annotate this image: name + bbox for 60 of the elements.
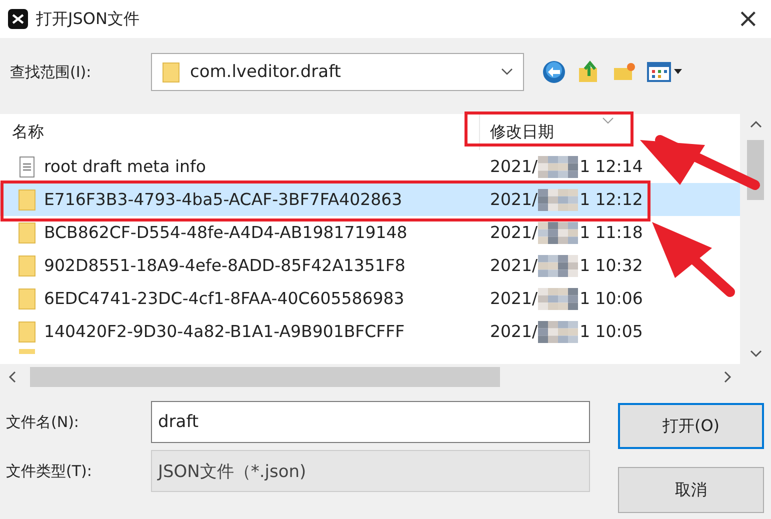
file-type-label: 文件类型(T): xyxy=(6,462,93,480)
date-text: 2021/ xyxy=(490,157,538,176)
pixelated-mosaic xyxy=(538,188,578,210)
window-title: 打开JSON文件 xyxy=(36,8,140,30)
date-text: 2021/ xyxy=(490,256,538,275)
date-text: 1 12:12 xyxy=(580,190,643,209)
date-text: 2021/ xyxy=(490,223,538,242)
app-logo-icon xyxy=(8,9,28,29)
close-button[interactable]: × xyxy=(731,6,765,32)
date-text: 2021/ xyxy=(490,190,538,209)
folder-icon xyxy=(18,348,36,354)
view-menu-icon[interactable] xyxy=(647,60,683,84)
date-text: 1 10:05 xyxy=(580,322,643,341)
file-name: 140420F2-9D30-4a82-B1A1-A9B901BFCFFF xyxy=(44,322,405,341)
file-row[interactable]: 6EDC4741-23DC-4cf1-8FAA-40C605586983 2021/ 1 10:06 xyxy=(0,282,740,315)
location-dropdown[interactable]: com.lveditor.draft xyxy=(151,53,524,91)
file-name: 6EDC4741-23DC-4cf1-8FAA-40C605586983 xyxy=(44,289,404,308)
scroll-left-icon[interactable] xyxy=(8,370,16,382)
folder-icon xyxy=(18,320,36,342)
folder-icon xyxy=(18,222,36,244)
scroll-thumb[interactable] xyxy=(30,366,500,386)
scroll-down-icon[interactable] xyxy=(750,350,762,358)
date-text: 1 10:32 xyxy=(580,256,643,275)
folder-icon xyxy=(18,188,36,210)
pixelated-mosaic xyxy=(538,320,578,342)
file-row[interactable]: BCB862CF-D554-48fe-A4D4-AB1981719148 2021/ 1 11:18 xyxy=(0,216,740,249)
file-name: 902D8551-18A9-4efe-8ADD-85F42A1351F8 xyxy=(44,256,406,275)
column-header[interactable]: 修改日期 xyxy=(480,114,740,150)
chevron-down-icon xyxy=(501,68,513,76)
folder-icon xyxy=(18,254,36,276)
file-row[interactable]: E716F3B3-4793-4ba5-ACAF-3BF7FA402863 2021/ 1 12:12 xyxy=(0,183,740,216)
pixelated-mosaic xyxy=(538,254,578,276)
dialog-button[interactable]: 取消 xyxy=(618,467,764,513)
pixelated-mosaic xyxy=(538,156,578,178)
date-text: 1 12:14 xyxy=(580,157,643,176)
date-text: 1 11:18 xyxy=(580,223,643,242)
date-text: 1 10:06 xyxy=(580,289,643,308)
scroll-right-icon[interactable] xyxy=(724,370,732,382)
file-name: BCB862CF-D554-48fe-A4D4-AB1981719148 xyxy=(44,223,408,242)
file-name: E716F3B3-4793-4ba5-ACAF-3BF7FA402863 xyxy=(44,190,402,209)
scroll-up-icon[interactable] xyxy=(750,120,762,128)
dialog-button[interactable]: 打开(O) xyxy=(618,403,764,449)
folder-icon xyxy=(18,288,36,310)
file-row[interactable]: root draft meta info 2021/ 1 12:14 xyxy=(0,150,740,183)
location-label: 查找范围(I): xyxy=(10,62,92,82)
date-text: 2021/ xyxy=(490,322,538,341)
file-name: root draft meta info xyxy=(44,157,206,176)
file-row[interactable]: 140420F2-9D30-4a82-B1A1-A9B901BFCFFF 2021/ 1 10:05 xyxy=(0,315,740,348)
file-name-label: 文件名(N): xyxy=(6,412,80,432)
pixelated-mosaic xyxy=(538,222,578,244)
file-name-field[interactable]: draft xyxy=(151,401,590,443)
document-icon xyxy=(18,156,36,178)
sort-chevron-icon xyxy=(602,117,614,124)
file-row[interactable]: 902D8551-18A9-4efe-8ADD-85F42A1351F8 2021/ 1 10:32 xyxy=(0,249,740,282)
back-icon[interactable] xyxy=(542,60,566,84)
column-header[interactable]: 名称 xyxy=(0,114,480,150)
folder-icon xyxy=(162,61,180,83)
file-type-dropdown[interactable]: JSON文件（*.json) xyxy=(151,450,590,492)
date-text: 2021/ xyxy=(490,289,538,308)
pixelated-mosaic xyxy=(538,288,578,310)
